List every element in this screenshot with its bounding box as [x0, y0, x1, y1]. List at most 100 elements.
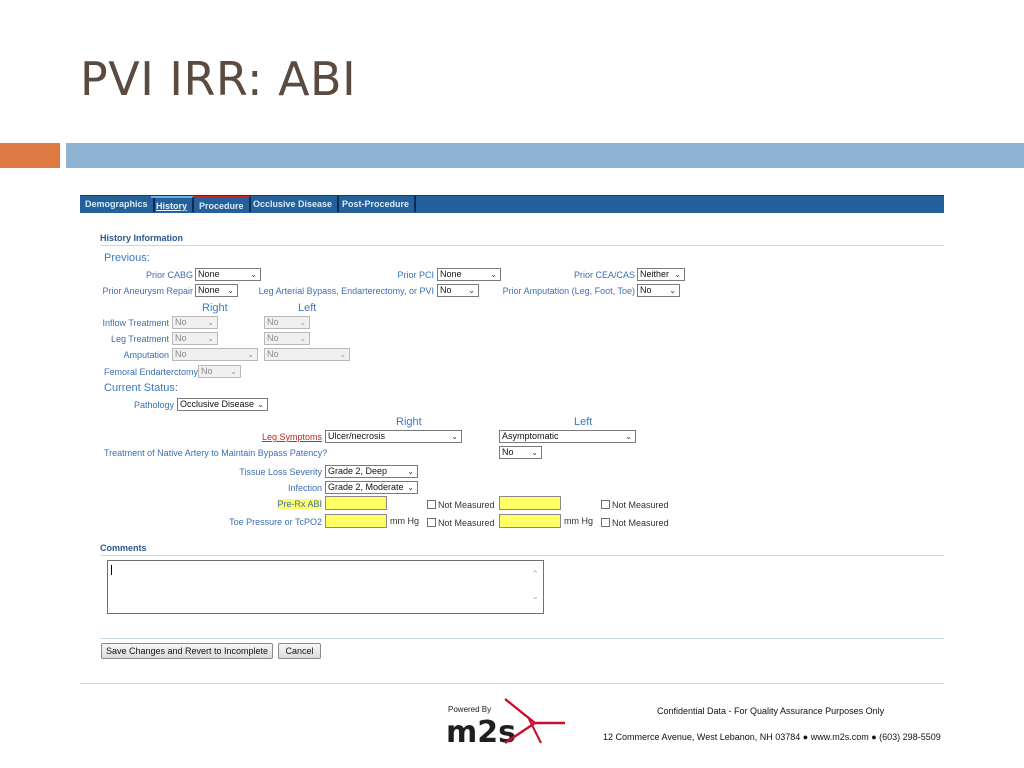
abi-left-not-measured-checkbox[interactable] — [601, 500, 610, 509]
toe-pressure-right-unit: mm Hg — [390, 516, 419, 526]
femoral-endarterectomy-value: No — [201, 366, 213, 376]
toe-right-not-measured-checkbox[interactable] — [427, 518, 436, 527]
infection-label: Infection — [287, 483, 322, 493]
cancel-button[interactable]: Cancel — [278, 643, 321, 659]
prior-amputation-label: Prior Amputation (Leg, Foot, Toe) — [502, 286, 635, 296]
prior-cea-value: Neither — [640, 269, 670, 279]
right-column-header: Right — [202, 302, 228, 314]
toe-left-not-measured-checkbox[interactable] — [601, 518, 610, 527]
tab-history[interactable]: History — [151, 196, 195, 212]
leg-treatment-right-value: No — [175, 333, 187, 343]
pathology-select[interactable]: Occlusive Disease ⌄ — [177, 398, 268, 411]
inflow-right-select[interactable]: No ⌄ — [172, 316, 218, 329]
pre-rx-abi-label-wrap: Pre-Rx ABI — [230, 498, 322, 511]
chevron-down-icon: ⌄ — [490, 270, 497, 279]
status-right-header: Right — [396, 416, 422, 428]
leg-treatment-left-value: No — [267, 333, 279, 343]
chevron-down-icon: ⌄ — [230, 367, 237, 376]
chevron-down-icon: ⌄ — [299, 318, 306, 327]
prior-aneurysm-label: Prior Aneurysm Repair — [102, 286, 193, 296]
app-screenshot: Demographics History Procedure Occlusive… — [80, 195, 944, 685]
abi-left-not-measured-label: Not Measured — [612, 500, 669, 510]
prior-aneurysm-select[interactable]: None ⌄ — [195, 284, 238, 297]
chevron-down-icon: ⌄ — [407, 483, 414, 492]
leg-bypass-select[interactable]: No ⌄ — [437, 284, 479, 297]
chevron-down-icon: ⌄ — [468, 286, 475, 295]
abi-right-not-measured-label: Not Measured — [438, 500, 495, 510]
chevron-down-icon: ⌄ — [250, 270, 257, 279]
chevron-down-icon: ⌄ — [339, 350, 346, 359]
prior-cabg-value: None — [198, 269, 220, 279]
amputation-right-value: No — [175, 349, 187, 359]
leg-symptoms-right-select[interactable]: Ulcer/necrosis ⌄ — [325, 430, 462, 443]
prior-pci-select[interactable]: None ⌄ — [437, 268, 501, 281]
infection-value: Grade 2, Moderate — [328, 482, 404, 492]
prior-amputation-select[interactable]: No ⌄ — [637, 284, 680, 297]
prior-cea-select[interactable]: Neither ⌄ — [637, 268, 685, 281]
amputation-label: Amputation — [123, 350, 169, 360]
chevron-down-icon: ⌄ — [531, 448, 538, 457]
tab-occlusive-disease[interactable]: Occlusive Disease — [248, 196, 340, 212]
comments-divider — [100, 555, 944, 556]
native-artery-value: No — [502, 447, 514, 457]
tab-post-procedure[interactable]: Post-Procedure — [337, 196, 417, 212]
section-divider — [100, 245, 944, 246]
footer-divider — [80, 683, 944, 684]
header-band — [66, 143, 1024, 168]
toe-left-not-measured-label: Not Measured — [612, 518, 669, 528]
leg-bypass-value: No — [440, 285, 452, 295]
scroll-down-icon[interactable]: ⌄ — [531, 591, 539, 602]
abi-right-not-measured-checkbox[interactable] — [427, 500, 436, 509]
comments-textarea[interactable]: ⌃ ⌄ — [107, 560, 544, 614]
toe-pressure-label: Toe Pressure or TcPO2 — [229, 517, 322, 527]
infection-select[interactable]: Grade 2, Moderate ⌄ — [325, 481, 418, 494]
toe-pressure-left-input[interactable] — [499, 514, 561, 528]
chevron-down-icon: ⌄ — [451, 432, 458, 441]
leg-symptoms-left-select[interactable]: Asymptomatic ⌄ — [499, 430, 636, 443]
pathology-label: Pathology — [133, 400, 174, 410]
pre-rx-abi-right-input[interactable] — [325, 496, 387, 510]
leg-bypass-label: Leg Arterial Bypass, Endarterectomy, or … — [258, 286, 434, 296]
prior-pci-label: Prior PCI — [397, 270, 434, 280]
tab-demographics[interactable]: Demographics — [80, 196, 155, 212]
chevron-down-icon: ⌄ — [625, 432, 632, 441]
text-caret — [111, 565, 112, 575]
previous-label: Previous: — [104, 252, 150, 264]
pre-rx-abi-left-input[interactable] — [499, 496, 561, 510]
slide-title: PVI IRR: ABI — [80, 52, 357, 106]
amputation-right-select[interactable]: No ⌄ — [172, 348, 258, 361]
inflow-right-value: No — [175, 317, 187, 327]
status-left-header: Left — [574, 416, 593, 428]
amputation-left-value: No — [267, 349, 279, 359]
comments-label: Comments — [100, 543, 147, 553]
femoral-endarterectomy-label: Femoral Endarterctomy — [104, 367, 199, 377]
leg-treatment-label: Leg Treatment — [110, 334, 169, 344]
left-column-header: Left — [298, 302, 317, 314]
logo-text: m2s — [446, 715, 516, 745]
accent-bar — [0, 143, 60, 168]
native-artery-label: Treatment of Native Artery to Maintain B… — [104, 448, 328, 458]
company-address: 12 Commerce Avenue, West Lebanon, NH 037… — [603, 732, 941, 742]
leg-symptoms-label[interactable]: Leg Symptoms — [230, 431, 322, 444]
tissue-loss-select[interactable]: Grade 2, Deep ⌄ — [325, 465, 418, 478]
tab-procedure[interactable]: Procedure — [194, 196, 251, 212]
save-changes-button[interactable]: Save Changes and Revert to Incomplete — [101, 643, 273, 659]
prior-cabg-select[interactable]: None ⌄ — [195, 268, 261, 281]
chevron-down-icon: ⌄ — [257, 400, 264, 409]
leg-treatment-left-select[interactable]: No ⌄ — [264, 332, 310, 345]
prior-amputation-value: No — [640, 285, 652, 295]
toe-pressure-right-input[interactable] — [325, 514, 387, 528]
inflow-treatment-label: Inflow Treatment — [102, 318, 169, 328]
femoral-endarterectomy-select[interactable]: No ⌄ — [198, 365, 241, 378]
amputation-left-select[interactable]: No ⌄ — [264, 348, 350, 361]
pathology-value: Occlusive Disease — [180, 399, 255, 409]
inflow-left-select[interactable]: No ⌄ — [264, 316, 310, 329]
chevron-down-icon: ⌄ — [207, 334, 214, 343]
prior-pci-value: None — [440, 269, 462, 279]
leg-treatment-right-select[interactable]: No ⌄ — [172, 332, 218, 345]
chevron-down-icon: ⌄ — [247, 350, 254, 359]
scroll-up-icon[interactable]: ⌃ — [531, 569, 539, 580]
toe-pressure-left-unit: mm Hg — [564, 516, 593, 526]
native-artery-select[interactable]: No ⌄ — [499, 446, 542, 459]
history-section-title: History Information — [100, 233, 184, 243]
